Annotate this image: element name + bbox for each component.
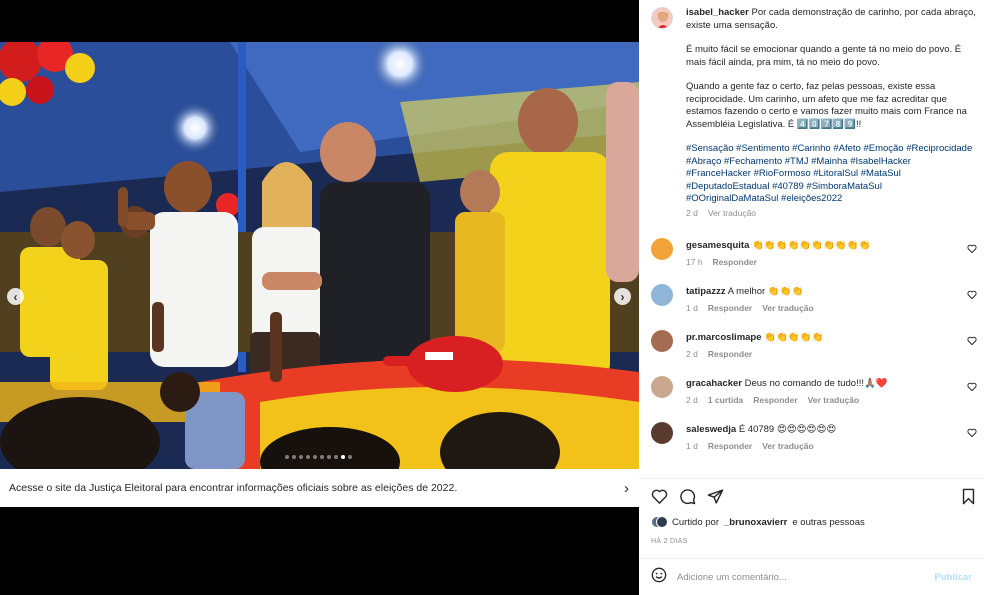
publish-button[interactable]: Publicar: [935, 572, 973, 583]
carousel-dot: [348, 455, 352, 459]
comment-meta: 17 h Responder: [686, 257, 757, 267]
heart-icon[interactable]: [967, 428, 977, 440]
comment-item: gracahacker Deus no comando de tudo!!!🙏🏽…: [651, 376, 981, 416]
carousel-dot: [341, 455, 345, 459]
emoji-icon[interactable]: [651, 567, 667, 588]
comment-bar: Publicar: [639, 559, 984, 595]
action-bar: [639, 479, 984, 513]
carousel-dot: [299, 455, 303, 459]
author-avatar[interactable]: [651, 7, 673, 29]
comment-item: gesamesquita 👏👏👏👏👏👏👏👏👏👏 17 h Responder: [651, 238, 981, 278]
commenter-avatar[interactable]: [651, 238, 673, 260]
election-banner-text: Acesse o site da Justiça Eleitoral para …: [9, 482, 458, 494]
carousel-dot: [320, 455, 324, 459]
commenter-username[interactable]: pr.marcoslimape: [686, 332, 762, 343]
chevron-left-icon[interactable]: ‹: [7, 288, 24, 305]
liked-by-prefix: Curtido por: [672, 516, 719, 528]
see-translation-link[interactable]: Ver tradução: [808, 395, 860, 405]
carousel-indicator: [285, 455, 352, 459]
comment-likes[interactable]: 1 curtida: [708, 395, 743, 405]
comment-item: tatipazzz A melhor 👏👏👏 1 d Responder Ver tr…: [651, 284, 981, 324]
liked-by-user[interactable]: _brunoxavierr: [724, 517, 787, 528]
bookmark-icon[interactable]: [959, 487, 977, 505]
election-info-banner[interactable]: Acesse o site da Justiça Eleitoral para …: [0, 469, 639, 507]
carousel-dot: [292, 455, 296, 459]
commenter-avatar[interactable]: [651, 422, 673, 444]
heart-icon[interactable]: [967, 244, 977, 256]
commenter-avatar[interactable]: [651, 330, 673, 352]
comment-meta: 1 d Responder Ver tradução: [686, 303, 814, 313]
see-translation-link[interactable]: Ver tradução: [762, 303, 814, 313]
liked-by[interactable]: Curtido por _brunoxavierr e outras pesso…: [651, 516, 865, 528]
comment-time: 2 d: [686, 349, 698, 359]
comment-text: tatipazzz A melhor 👏👏👏: [686, 286, 804, 297]
comment-text: pr.marcoslimape 👏👏👏👏👏: [686, 332, 824, 343]
comment-meta: 2 d 1 curtida Responder Ver tradução: [686, 395, 859, 405]
reply-button[interactable]: Responder: [708, 349, 752, 359]
comment-icon[interactable]: [678, 487, 696, 505]
caption-meta: 2 d Ver tradução: [686, 208, 976, 218]
heart-icon[interactable]: [967, 336, 977, 348]
heart-icon[interactable]: [650, 487, 668, 505]
share-icon[interactable]: [706, 487, 724, 505]
comment-text: gracahacker Deus no comando de tudo!!!🙏🏽…: [686, 378, 888, 389]
comment-time: 17 h: [686, 257, 703, 267]
liker-avatars: [651, 516, 668, 528]
instagram-post-viewer: ‹ › Acesse o site da Justiça Eleitoral p…: [0, 0, 984, 595]
see-translation-link[interactable]: Ver tradução: [708, 208, 756, 218]
commenter-username[interactable]: saleswedja: [686, 424, 736, 435]
author-username[interactable]: isabel_hacker: [686, 7, 749, 18]
carousel-dot: [313, 455, 317, 459]
post-photo[interactable]: ‹ ›: [0, 42, 639, 469]
reply-button[interactable]: Responder: [708, 303, 752, 313]
caption-paragraph-2: É muito fácil se emocionar quando a gent…: [686, 44, 962, 68]
commenter-avatar[interactable]: [651, 376, 673, 398]
commenter-username[interactable]: tatipazzz: [686, 286, 726, 297]
comment-input[interactable]: [677, 571, 917, 583]
reply-button[interactable]: Responder: [753, 395, 797, 405]
caption-hashtags[interactable]: #Sensação #Sentimento #Carinho #Afeto #E…: [686, 143, 976, 206]
comment-item: saleswedja É 40789 😍😍😍😍😍😍 1 d Responder Ver…: [651, 422, 981, 462]
carousel-dot: [285, 455, 289, 459]
reply-button[interactable]: Responder: [713, 257, 757, 267]
comment-text: saleswedja É 40789 😍😍😍😍😍😍: [686, 424, 837, 435]
comment-item: pr.marcoslimape 👏👏👏👏👏 2 d Responder: [651, 330, 981, 370]
comment-time: 2 d: [686, 395, 698, 405]
see-translation-link[interactable]: Ver tradução: [762, 441, 814, 451]
post-side-panel: isabel_hacker Por cada demonstração de c…: [639, 0, 984, 595]
commenter-username[interactable]: gracahacker: [686, 378, 742, 389]
post-caption: isabel_hacker Por cada demonstração de c…: [686, 7, 976, 218]
carousel-dot: [334, 455, 338, 459]
caption-paragraph-3: Quando a gente faz o certo, faz pelas pe…: [686, 81, 967, 130]
media-pane: ‹ › Acesse o site da Justiça Eleitoral p…: [0, 0, 639, 595]
posted-date: HÁ 2 DIAS: [651, 538, 688, 545]
commenter-avatar[interactable]: [651, 284, 673, 306]
commenter-username[interactable]: gesamesquita: [686, 240, 749, 251]
caption-paragraph-1: isabel_hacker Por cada demonstração de c…: [686, 7, 976, 31]
liked-by-suffix[interactable]: e outras pessoas: [792, 517, 864, 528]
comment-meta: 1 d Responder Ver tradução: [686, 441, 814, 451]
carousel-dot: [306, 455, 310, 459]
heart-icon[interactable]: [967, 382, 977, 394]
comment-time: 1 d: [686, 441, 698, 451]
heart-icon[interactable]: [967, 290, 977, 302]
caption-time: 2 d: [686, 207, 698, 218]
comments-section: isabel_hacker Por cada demonstração de c…: [639, 0, 984, 478]
chevron-right-icon: ›: [624, 479, 629, 497]
comment-time: 1 d: [686, 303, 698, 313]
comment-meta: 2 d Responder: [686, 349, 752, 359]
chevron-right-icon[interactable]: ›: [614, 288, 631, 305]
reply-button[interactable]: Responder: [708, 441, 752, 451]
carousel-dot: [327, 455, 331, 459]
comment-text: gesamesquita 👏👏👏👏👏👏👏👏👏👏: [686, 240, 871, 251]
